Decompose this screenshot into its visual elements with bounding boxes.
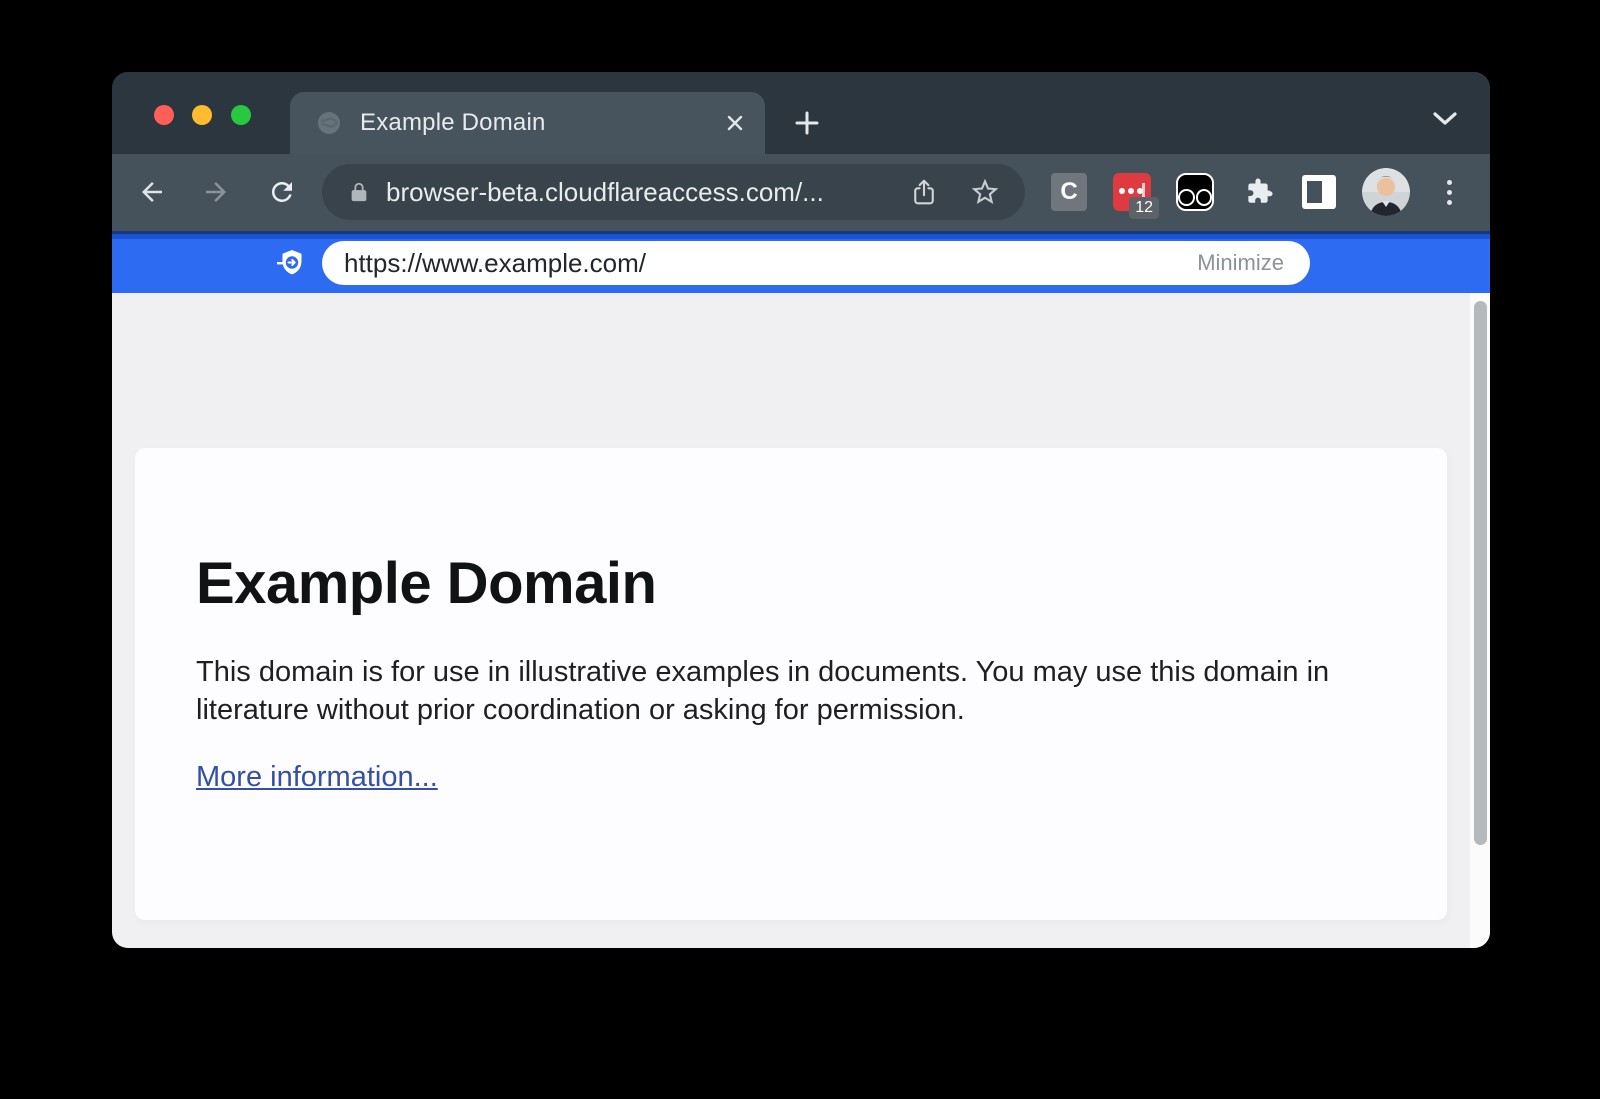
address-bar-url: browser-beta.cloudflareaccess.com/...: [386, 177, 909, 208]
lock-icon: [348, 179, 370, 205]
shield-arrow-icon: [276, 247, 308, 279]
tab-close-icon[interactable]: [721, 109, 749, 137]
back-button[interactable]: [132, 172, 172, 212]
browser-window: Example Domain browser-beta.cloudflareac: [112, 72, 1490, 948]
minimize-window-button[interactable]: [192, 105, 212, 125]
scrollbar-track[interactable]: [1470, 293, 1490, 948]
page-viewport: Example Domain This domain is for use in…: [112, 293, 1490, 948]
password-manager-extension-icon[interactable]: 12: [1112, 172, 1152, 212]
forward-button[interactable]: [196, 172, 236, 212]
goggles-extension-icon[interactable]: [1175, 172, 1215, 212]
new-tab-button[interactable]: [787, 103, 827, 143]
extension-c-letter: C: [1051, 173, 1087, 211]
close-window-button[interactable]: [154, 105, 174, 125]
example-domain-card: Example Domain This domain is for use in…: [135, 448, 1447, 920]
globe-favicon-icon: [316, 110, 342, 136]
minimize-bar-button[interactable]: Minimize: [1197, 250, 1284, 276]
scrollbar-thumb[interactable]: [1474, 301, 1487, 845]
browser-menu-kebab-icon[interactable]: [1429, 172, 1469, 212]
isolation-url-text: https://www.example.com/: [344, 248, 1197, 279]
extension-c-icon[interactable]: C: [1049, 172, 1089, 212]
more-information-link[interactable]: More information...: [196, 761, 438, 794]
isolation-bar: https://www.example.com/ Minimize: [112, 231, 1490, 293]
share-icon[interactable]: [909, 176, 939, 208]
address-bar[interactable]: browser-beta.cloudflareaccess.com/...: [322, 164, 1025, 220]
chevron-down-icon[interactable]: [1430, 108, 1460, 130]
browser-toolbar: browser-beta.cloudflareaccess.com/... C …: [112, 154, 1490, 231]
isolation-url-input[interactable]: https://www.example.com/ Minimize: [322, 241, 1310, 285]
profile-avatar[interactable]: [1362, 168, 1410, 216]
side-panel-icon[interactable]: [1299, 172, 1339, 212]
extensions-puzzle-icon[interactable]: [1238, 172, 1278, 212]
page-title: Example Domain: [196, 550, 1386, 617]
tab-strip: Example Domain: [112, 72, 1490, 154]
page-paragraph: This domain is for use in illustrative e…: [196, 653, 1346, 729]
zoom-window-button[interactable]: [231, 105, 251, 125]
tab-title: Example Domain: [360, 109, 546, 137]
reload-button[interactable]: [262, 172, 302, 212]
tab-example-domain[interactable]: Example Domain: [290, 92, 765, 154]
bookmark-star-icon[interactable]: [969, 176, 1001, 208]
extension-badge-count: 12: [1129, 197, 1159, 219]
